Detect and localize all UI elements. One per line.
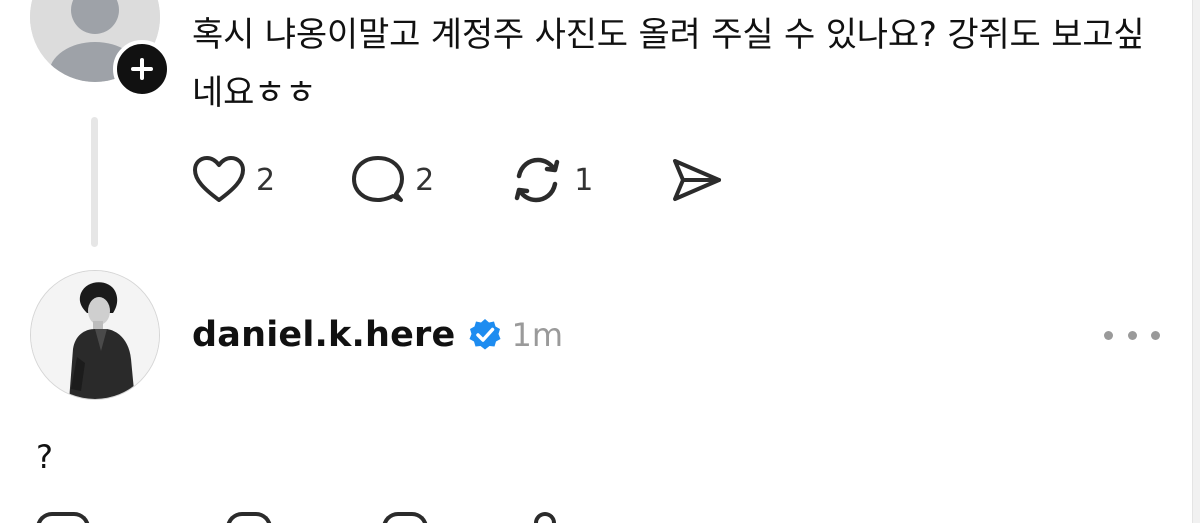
heart-icon[interactable] bbox=[36, 512, 90, 523]
comment-button[interactable]: 2 bbox=[351, 154, 434, 206]
repost-count: 1 bbox=[574, 162, 594, 198]
thread-connector-line bbox=[91, 117, 98, 247]
plus-icon bbox=[131, 58, 153, 80]
username[interactable]: daniel.k.here bbox=[192, 315, 455, 355]
follow-button[interactable] bbox=[113, 40, 171, 98]
threads-feed: 혹시 냐옹이말고 계정주 사진도 올려 주실 수 있나요? 강쥐도 보고싶네요ㅎ… bbox=[0, 0, 1200, 523]
heart-icon bbox=[193, 156, 245, 202]
post-timestamp: 1m bbox=[511, 316, 563, 354]
more-dots-icon bbox=[1151, 330, 1160, 340]
repost-icon bbox=[514, 157, 560, 203]
repost-button[interactable]: 1 bbox=[510, 154, 593, 206]
send-icon bbox=[673, 159, 722, 201]
post-body-text: ? bbox=[36, 438, 53, 476]
reply-text: 혹시 냐옹이말고 계정주 사진도 올려 주실 수 있나요? 강쥐도 보고싶네요ㅎ… bbox=[192, 15, 1145, 113]
post-action-row-partial bbox=[30, 512, 630, 523]
comment-count: 2 bbox=[415, 162, 435, 198]
verified-badge-icon bbox=[469, 319, 501, 350]
repost-icon[interactable] bbox=[382, 512, 428, 523]
share-button[interactable] bbox=[669, 155, 723, 205]
reply-action-row: 2 2 1 bbox=[192, 152, 799, 208]
more-dots-icon bbox=[1127, 330, 1137, 340]
send-icon[interactable] bbox=[534, 512, 556, 523]
post-header: daniel.k.here 1m bbox=[192, 306, 563, 364]
profile-photo-icon bbox=[31, 271, 159, 399]
like-count: 2 bbox=[256, 162, 276, 198]
like-button[interactable]: 2 bbox=[192, 155, 275, 205]
verified-badge bbox=[467, 317, 503, 353]
scrollbar-track[interactable] bbox=[1192, 0, 1200, 523]
comment-bubble-icon bbox=[352, 156, 405, 202]
comment-bubble-icon[interactable] bbox=[226, 512, 272, 523]
post-avatar[interactable] bbox=[30, 270, 160, 400]
more-options-button[interactable] bbox=[1104, 318, 1160, 352]
more-dots-icon bbox=[1104, 330, 1113, 340]
